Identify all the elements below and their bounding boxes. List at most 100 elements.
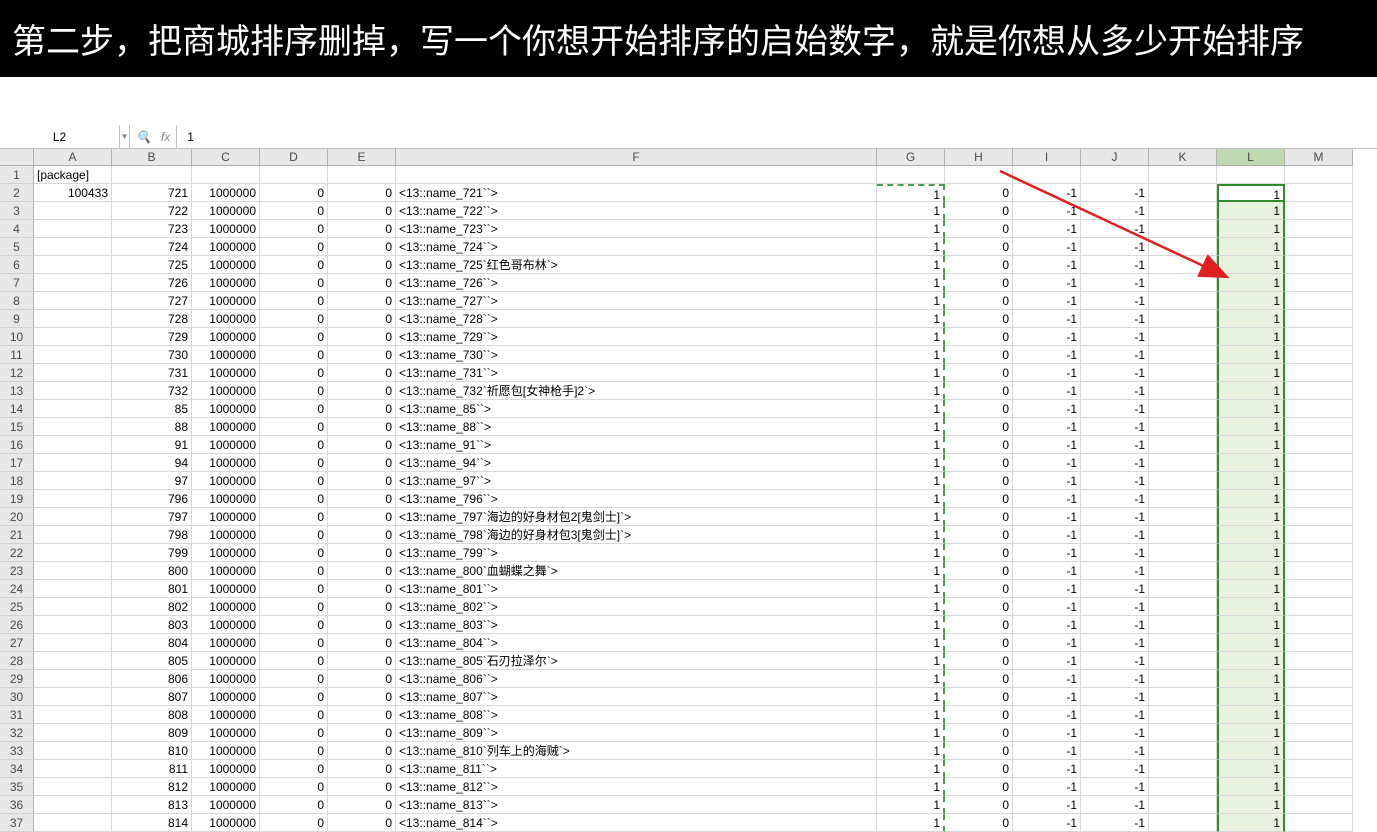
cell-D37[interactable]: 0 [260, 814, 328, 832]
cell-A8[interactable] [34, 292, 112, 310]
cell-M9[interactable] [1285, 310, 1353, 328]
cell-B28[interactable]: 805 [112, 652, 192, 670]
cell-I15[interactable]: -1 [1013, 418, 1081, 436]
cell-F12[interactable]: <13::name_731``> [396, 364, 877, 382]
cell-M26[interactable] [1285, 616, 1353, 634]
row-header-30[interactable]: 30 [0, 688, 34, 706]
cell-K9[interactable] [1149, 310, 1217, 328]
cell-A21[interactable] [34, 526, 112, 544]
cell-A19[interactable] [34, 490, 112, 508]
cell-I30[interactable]: -1 [1013, 688, 1081, 706]
cell-B3[interactable]: 722 [112, 202, 192, 220]
cell-C2[interactable]: 1000000 [192, 184, 260, 202]
cell-D3[interactable]: 0 [260, 202, 328, 220]
cell-K37[interactable] [1149, 814, 1217, 832]
cell-E20[interactable]: 0 [328, 508, 396, 526]
cell-H27[interactable]: 0 [945, 634, 1013, 652]
cell-G32[interactable]: 1 [877, 724, 945, 742]
cell-G13[interactable]: 1 [877, 382, 945, 400]
cell-G16[interactable]: 1 [877, 436, 945, 454]
cell-H9[interactable]: 0 [945, 310, 1013, 328]
cell-L16[interactable]: 1 [1217, 436, 1285, 454]
cell-J20[interactable]: -1 [1081, 508, 1149, 526]
row-header-22[interactable]: 22 [0, 544, 34, 562]
cell-L8[interactable]: 1 [1217, 292, 1285, 310]
cell-C31[interactable]: 1000000 [192, 706, 260, 724]
cell-C37[interactable]: 1000000 [192, 814, 260, 832]
col-header-M[interactable]: M [1285, 149, 1353, 166]
cell-G19[interactable]: 1 [877, 490, 945, 508]
row-header-12[interactable]: 12 [0, 364, 34, 382]
cell-H14[interactable]: 0 [945, 400, 1013, 418]
cell-B31[interactable]: 808 [112, 706, 192, 724]
cell-E5[interactable]: 0 [328, 238, 396, 256]
cell-B13[interactable]: 732 [112, 382, 192, 400]
cell-D20[interactable]: 0 [260, 508, 328, 526]
row-header-7[interactable]: 7 [0, 274, 34, 292]
cell-M37[interactable] [1285, 814, 1353, 832]
cell-A23[interactable] [34, 562, 112, 580]
cell-I19[interactable]: -1 [1013, 490, 1081, 508]
cell-M35[interactable] [1285, 778, 1353, 796]
cell-E3[interactable]: 0 [328, 202, 396, 220]
cell-H29[interactable]: 0 [945, 670, 1013, 688]
col-header-H[interactable]: H [945, 149, 1013, 166]
cell-K14[interactable] [1149, 400, 1217, 418]
cell-E7[interactable]: 0 [328, 274, 396, 292]
cell-K3[interactable] [1149, 202, 1217, 220]
cell-G25[interactable]: 1 [877, 598, 945, 616]
cell-M2[interactable] [1285, 184, 1353, 202]
cell-H2[interactable]: 0 [945, 184, 1013, 202]
cell-A2[interactable]: 100433 [34, 184, 112, 202]
cell-D9[interactable]: 0 [260, 310, 328, 328]
cell-F15[interactable]: <13::name_88``> [396, 418, 877, 436]
cell-L29[interactable]: 1 [1217, 670, 1285, 688]
cell-M34[interactable] [1285, 760, 1353, 778]
cell-D27[interactable]: 0 [260, 634, 328, 652]
cell-I8[interactable]: -1 [1013, 292, 1081, 310]
row-header-35[interactable]: 35 [0, 778, 34, 796]
cell-M10[interactable] [1285, 328, 1353, 346]
cell-J29[interactable]: -1 [1081, 670, 1149, 688]
cell-F27[interactable]: <13::name_804``> [396, 634, 877, 652]
cell-A34[interactable] [34, 760, 112, 778]
cell-A20[interactable] [34, 508, 112, 526]
cell-J14[interactable]: -1 [1081, 400, 1149, 418]
cell-F22[interactable]: <13::name_799``> [396, 544, 877, 562]
cell-B18[interactable]: 97 [112, 472, 192, 490]
cell-K13[interactable] [1149, 382, 1217, 400]
cell-K7[interactable] [1149, 274, 1217, 292]
row-header-36[interactable]: 36 [0, 796, 34, 814]
row-header-29[interactable]: 29 [0, 670, 34, 688]
cell-D17[interactable]: 0 [260, 454, 328, 472]
cell-B5[interactable]: 724 [112, 238, 192, 256]
cell-C7[interactable]: 1000000 [192, 274, 260, 292]
cell-K4[interactable] [1149, 220, 1217, 238]
cell-D19[interactable]: 0 [260, 490, 328, 508]
cell-A13[interactable] [34, 382, 112, 400]
cell-M32[interactable] [1285, 724, 1353, 742]
cell-F36[interactable]: <13::name_813``> [396, 796, 877, 814]
cell-A15[interactable] [34, 418, 112, 436]
cell-B14[interactable]: 85 [112, 400, 192, 418]
cell-E35[interactable]: 0 [328, 778, 396, 796]
cell-B24[interactable]: 801 [112, 580, 192, 598]
cell-E34[interactable]: 0 [328, 760, 396, 778]
cell-D21[interactable]: 0 [260, 526, 328, 544]
cell-L21[interactable]: 1 [1217, 526, 1285, 544]
cell-J10[interactable]: -1 [1081, 328, 1149, 346]
cell-K32[interactable] [1149, 724, 1217, 742]
cell-F32[interactable]: <13::name_809``> [396, 724, 877, 742]
cell-G17[interactable]: 1 [877, 454, 945, 472]
cell-C9[interactable]: 1000000 [192, 310, 260, 328]
cell-J15[interactable]: -1 [1081, 418, 1149, 436]
cell-C33[interactable]: 1000000 [192, 742, 260, 760]
cell-E4[interactable]: 0 [328, 220, 396, 238]
cell-C26[interactable]: 1000000 [192, 616, 260, 634]
row-header-1[interactable]: 1 [0, 166, 34, 184]
cell-M11[interactable] [1285, 346, 1353, 364]
cell-J7[interactable]: -1 [1081, 274, 1149, 292]
cell-H32[interactable]: 0 [945, 724, 1013, 742]
cell-A3[interactable] [34, 202, 112, 220]
cell-H11[interactable]: 0 [945, 346, 1013, 364]
